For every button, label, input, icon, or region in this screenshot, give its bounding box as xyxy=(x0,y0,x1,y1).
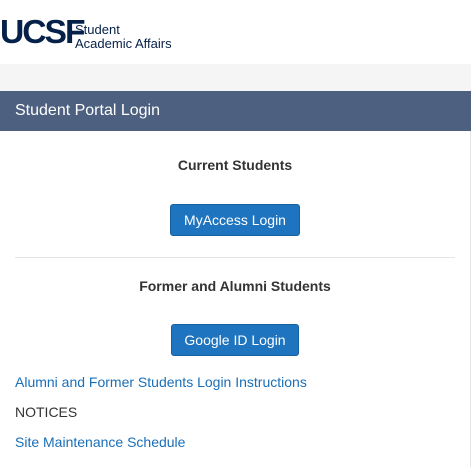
ucsf-logo[interactable]: UCSF xyxy=(0,13,86,51)
logo-line-academic-affairs: Academic Affairs xyxy=(75,36,172,51)
site-header: UCSF Student Academic Affairs xyxy=(0,0,471,64)
alumni-login-instructions-link[interactable]: Alumni and Former Students Login Instruc… xyxy=(15,374,307,390)
current-students-heading: Current Students xyxy=(177,157,293,173)
former-students-heading: Former and Alumni Students xyxy=(139,278,331,294)
panel-title: Student Portal Login xyxy=(0,91,471,131)
logo-text: Student Academic Affairs xyxy=(75,23,172,51)
section-divider xyxy=(15,257,455,258)
page: UCSF Student Academic Affairs Student Po… xyxy=(0,0,471,467)
myaccess-login-button[interactable]: MyAccess Login xyxy=(170,204,300,236)
site-maintenance-schedule-link[interactable]: Site Maintenance Schedule xyxy=(15,434,185,450)
notices-label: NOTICES xyxy=(15,404,78,420)
google-id-login-button[interactable]: Google ID Login xyxy=(171,324,299,356)
logo-line-student: Student xyxy=(75,22,120,37)
header-spacer-band xyxy=(0,64,471,91)
